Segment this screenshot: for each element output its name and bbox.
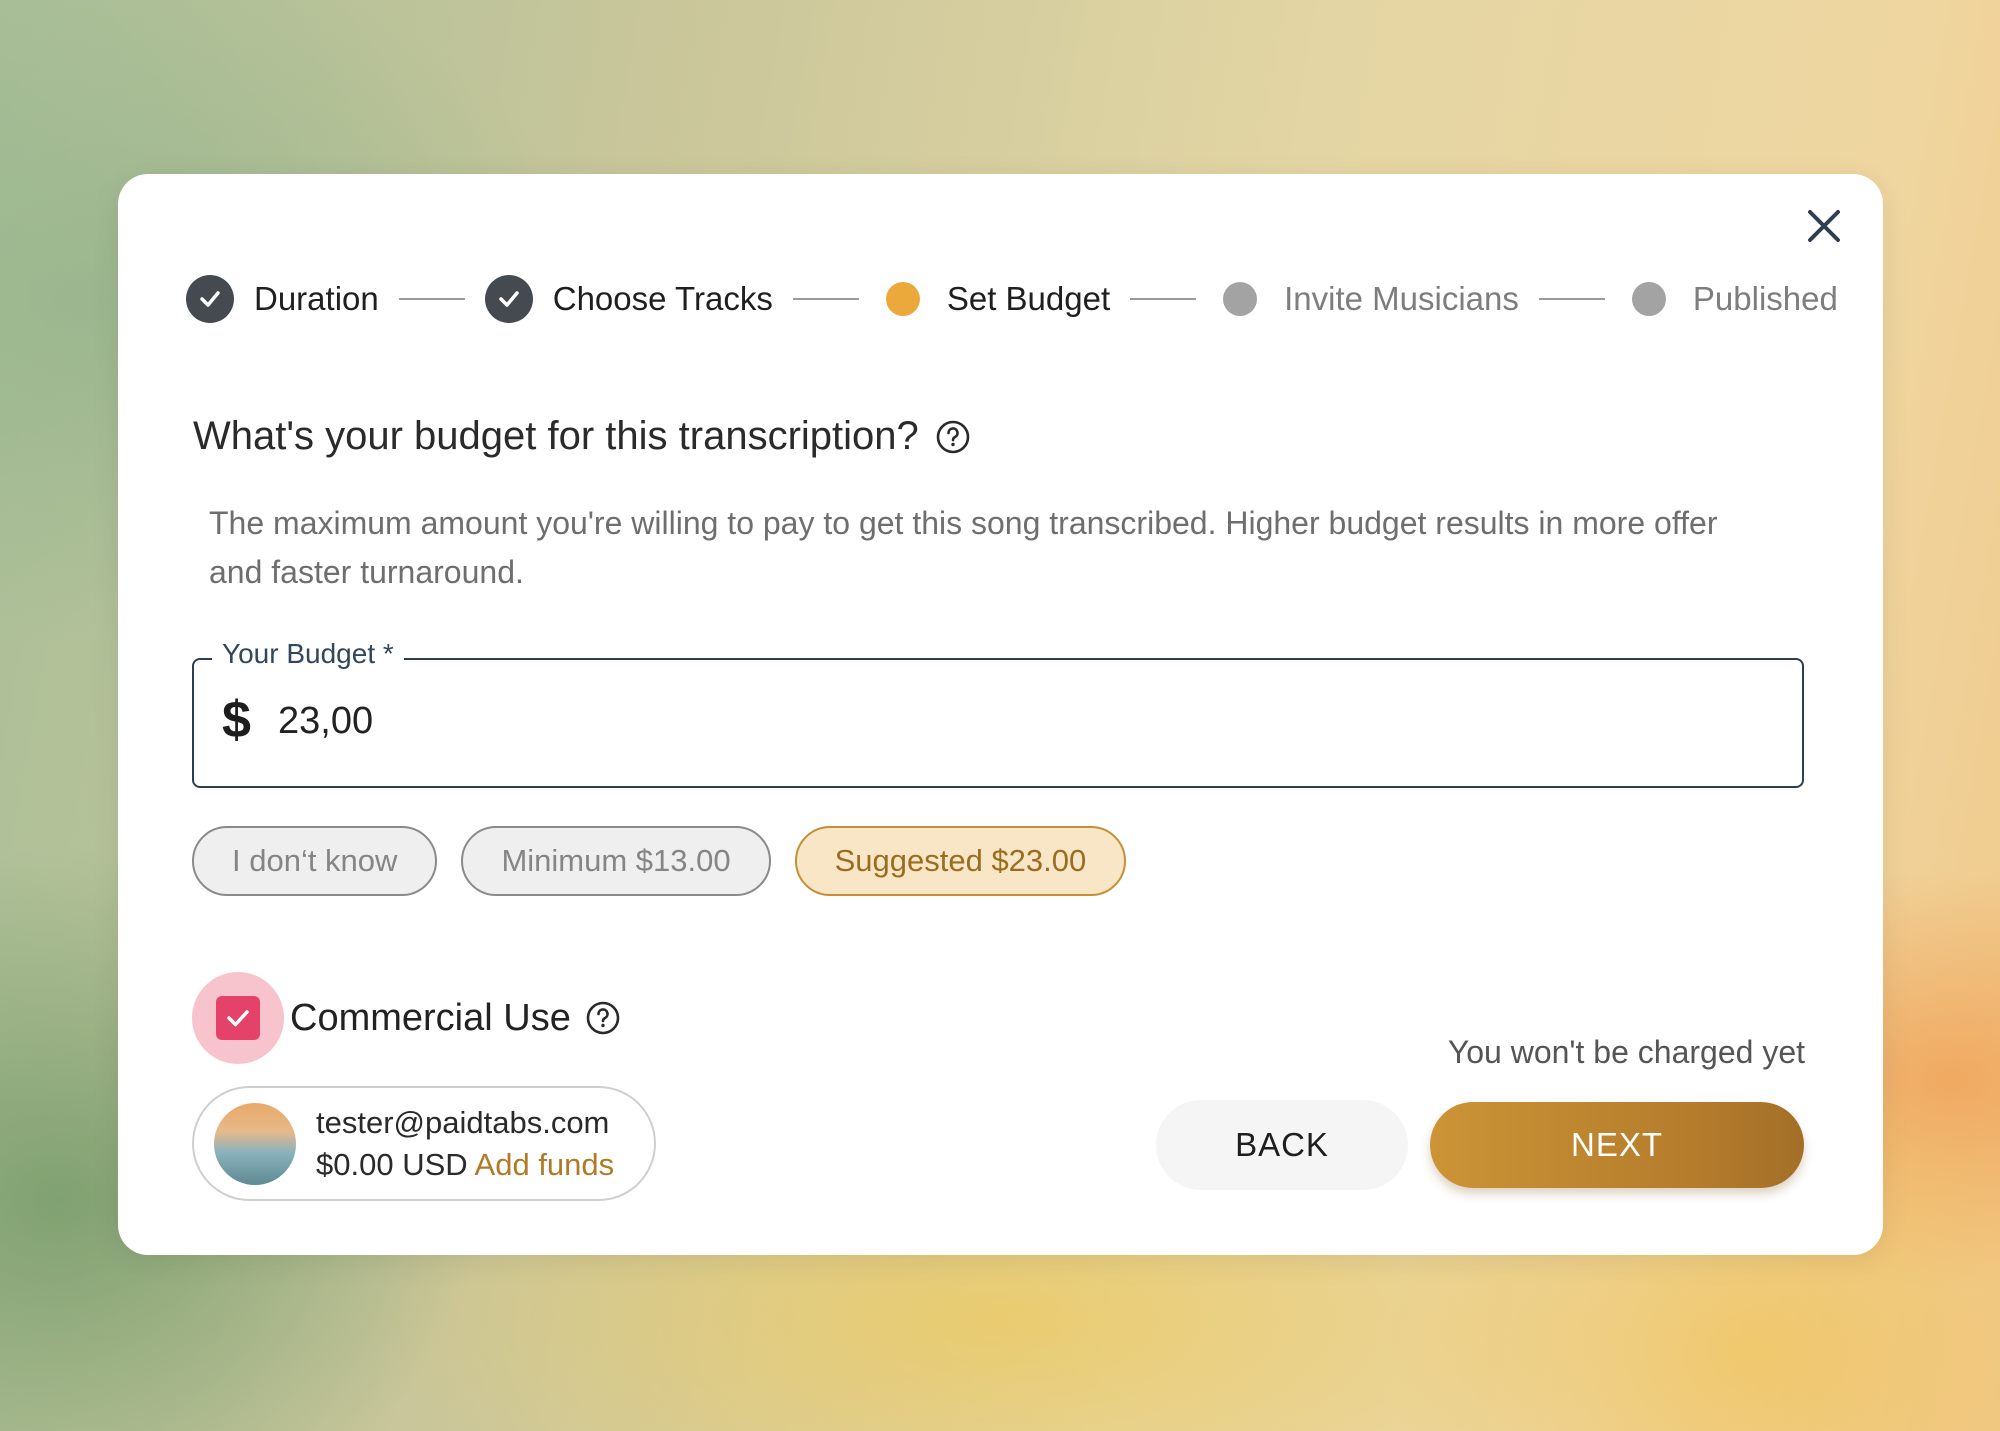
budget-chips: I don‘t know Minimum $13.00 Suggested $2… [192, 826, 1150, 896]
checkbox-checked-icon [216, 996, 260, 1040]
back-button[interactable]: BACK [1156, 1100, 1408, 1190]
commercial-use-row: Commercial Use [192, 972, 621, 1064]
help-circle-icon[interactable] [585, 1000, 621, 1036]
step-connector [398, 298, 465, 300]
check-icon [186, 275, 234, 323]
account-balance: $0.00 USD [316, 1146, 468, 1182]
chip-minimum[interactable]: Minimum $13.00 [461, 826, 771, 896]
step-published: Published [1625, 280, 1838, 318]
commercial-use-checkbox[interactable] [192, 972, 284, 1064]
account-email: tester@paidtabs.com [316, 1104, 610, 1140]
step-invite-musicians: Invite Musicians [1216, 280, 1519, 318]
budget-field[interactable]: Your Budget * $ [192, 638, 1804, 788]
chip-suggested[interactable]: Suggested $23.00 [794, 826, 1127, 896]
account-chip: tester@paidtabs.com $0.00 USD Add funds [192, 1086, 656, 1201]
step-connector [1538, 298, 1605, 300]
step-set-budget: Set Budget [879, 280, 1110, 318]
budget-question: What's your budget for this transcriptio… [193, 414, 971, 459]
pending-step-dot [1223, 282, 1258, 316]
check-icon [484, 275, 533, 323]
pending-step-dot [1631, 282, 1666, 316]
stepper: Duration Choose Tracks Set Budget Invite… [186, 274, 1838, 324]
account-details: tester@paidtabs.com $0.00 USD Add funds [316, 1102, 614, 1186]
step-label: Published [1692, 280, 1838, 317]
chip-dont-know[interactable]: I don‘t know [192, 826, 438, 896]
step-label: Choose Tracks [552, 280, 773, 317]
budget-input[interactable] [278, 700, 1678, 743]
next-button[interactable]: NEXT [1430, 1102, 1804, 1188]
avatar [214, 1102, 296, 1185]
budget-modal: Duration Choose Tracks Set Budget Invite… [118, 174, 1883, 1255]
help-circle-icon[interactable] [935, 419, 971, 455]
step-choose-tracks: Choose Tracks [484, 275, 773, 323]
add-funds-link[interactable]: Add funds [475, 1147, 615, 1182]
charge-note: You won't be charged yet [1447, 1034, 1805, 1070]
currency-symbol: $ [222, 691, 251, 749]
step-label: Set Budget [946, 280, 1111, 317]
budget-description: The maximum amount you're willing to pay… [209, 505, 1718, 590]
account-balance-row: $0.00 USD Add funds [316, 1144, 614, 1186]
step-duration: Duration [186, 275, 379, 323]
step-connector [1130, 298, 1197, 300]
commercial-use-label: Commercial Use [290, 996, 571, 1039]
step-connector [792, 298, 859, 300]
close-icon[interactable] [1802, 204, 1846, 248]
step-label: Duration [254, 280, 379, 317]
budget-field-label: Your Budget * [212, 638, 404, 670]
question-title: What's your budget for this transcriptio… [193, 414, 919, 458]
active-step-dot [885, 282, 920, 316]
step-label: Invite Musicians [1284, 280, 1519, 317]
